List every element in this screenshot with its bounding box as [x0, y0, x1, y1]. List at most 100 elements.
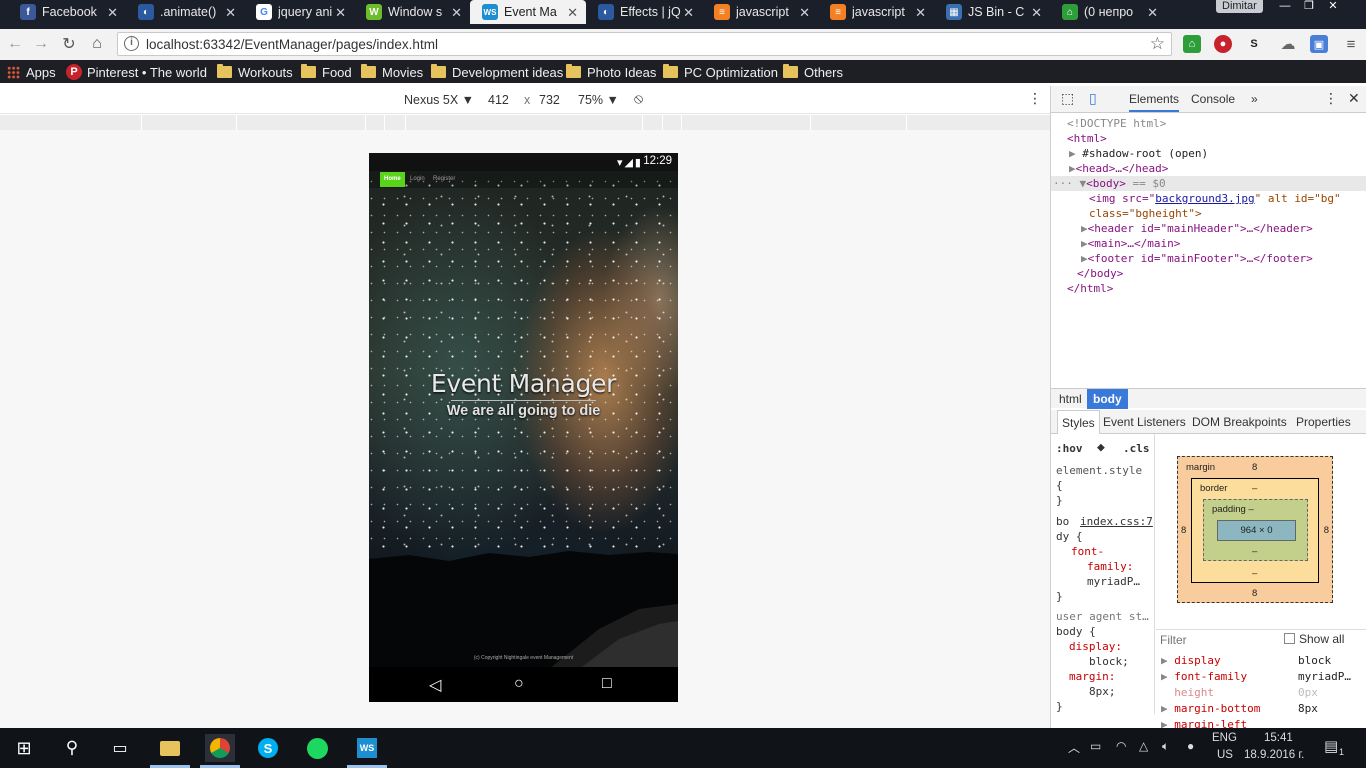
- reload-icon[interactable]: ↻: [58, 33, 80, 55]
- close-icon[interactable]: ✕: [799, 5, 810, 21]
- tab-console[interactable]: Console: [1191, 92, 1235, 106]
- tray-expand-icon[interactable]: ︿: [1068, 739, 1080, 756]
- tray-volume-icon[interactable]: 🔈︎: [1162, 739, 1169, 754]
- tab-javascript-2[interactable]: ≡ javascript ✕: [818, 0, 934, 24]
- search-icon[interactable]: ⚲: [57, 734, 87, 762]
- bookmark-folder-food[interactable]: Food: [301, 63, 352, 81]
- tab-animate[interactable]: ◐ .animate() ✕: [126, 0, 244, 24]
- bookmark-pinterest[interactable]: P Pinterest • The world: [66, 63, 207, 81]
- bookmark-folder-photo-ideas[interactable]: Photo Ideas: [566, 63, 656, 81]
- tray-network-icon[interactable]: ◠: [1116, 739, 1126, 753]
- bookmark-folder-workouts[interactable]: Workouts: [217, 63, 293, 81]
- close-icon[interactable]: ✕: [1147, 5, 1158, 21]
- home-key-icon[interactable]: ○: [514, 675, 524, 693]
- box-margin-bottom[interactable]: 8: [1252, 588, 1257, 599]
- tab-unread[interactable]: ⌂ (0 непро ✕: [1050, 0, 1166, 24]
- tab-elements[interactable]: Elements: [1129, 92, 1180, 112]
- extension-window-icon[interactable]: ▣: [1310, 35, 1328, 53]
- tab-event-manager[interactable]: WS Event Ma ✕: [470, 0, 586, 24]
- tab-jsbin[interactable]: ▦ JS Bin - C ✕: [934, 0, 1050, 24]
- action-center-icon[interactable]: ▤: [1324, 737, 1338, 755]
- extension-adblock-icon[interactable]: ●: [1214, 35, 1232, 53]
- spotify-icon[interactable]: [302, 734, 332, 762]
- tab-javascript-1[interactable]: ≡ javascript ✕: [702, 0, 818, 24]
- hov-toggle[interactable]: :hov: [1056, 442, 1083, 455]
- dom-footer[interactable]: ▶<footer id="mainFooter">…</footer>: [1081, 251, 1313, 266]
- box-border-top[interactable]: –: [1252, 483, 1257, 494]
- extension-home-icon[interactable]: ⌂: [1183, 35, 1201, 53]
- media-query-ruler[interactable]: [0, 115, 1050, 130]
- extension-s-icon[interactable]: S: [1245, 35, 1263, 53]
- nav-register-link[interactable]: Register: [433, 176, 455, 182]
- subtab-properties[interactable]: Properties: [1296, 415, 1351, 429]
- recents-key-icon[interactable]: □: [602, 675, 612, 693]
- back-icon[interactable]: ←: [4, 33, 26, 55]
- forward-icon[interactable]: →: [30, 33, 52, 55]
- close-icon[interactable]: ✕: [567, 5, 578, 21]
- tab-effects[interactable]: ◐ Effects | jQ ✕: [586, 0, 702, 24]
- url-text[interactable]: localhost:63342/EventManager/pages/index…: [146, 37, 438, 52]
- computed-row[interactable]: ▶ font-family myriadP…: [1161, 670, 1351, 686]
- info-icon[interactable]: i: [124, 36, 139, 51]
- address-bar[interactable]: i localhost:63342/EventManager/pages/ind…: [117, 32, 1172, 56]
- prop-font-value[interactable]: myriadP…: [1087, 575, 1140, 588]
- dom-header[interactable]: ▶<header id="mainHeader">…</header>: [1081, 221, 1313, 236]
- box-border-bottom[interactable]: –: [1252, 568, 1257, 579]
- box-margin-left[interactable]: 8: [1181, 525, 1186, 536]
- dom-shadow-root[interactable]: ▶ #shadow-root (open): [1069, 146, 1208, 161]
- computed-row[interactable]: ▶ margin-bottom 8px: [1161, 702, 1318, 718]
- box-margin-top[interactable]: 8: [1252, 462, 1257, 473]
- box-model-margin[interactable]: margin 8 8 8 8 border – – padding – – 96…: [1177, 456, 1333, 603]
- dom-head[interactable]: ▶<head>…</head>: [1069, 161, 1168, 176]
- bookmark-folder-development-ideas[interactable]: Development ideas: [431, 63, 563, 81]
- palette-icon[interactable]: ◆: [1097, 440, 1105, 455]
- img-src-link[interactable]: background3.jpg: [1155, 192, 1254, 205]
- computed-filter-input[interactable]: [1160, 632, 1270, 648]
- tray-drive-icon[interactable]: △: [1139, 739, 1148, 753]
- windows-start-icon[interactable]: ⊞: [9, 734, 39, 762]
- close-icon[interactable]: ✕: [451, 5, 462, 21]
- nav-home-link[interactable]: Home: [380, 172, 405, 187]
- close-icon[interactable]: ✕: [915, 5, 926, 21]
- more-tabs-icon[interactable]: »: [1251, 92, 1258, 106]
- extension-cloud-icon[interactable]: ☁: [1279, 35, 1297, 53]
- computed-row[interactable]: ▶ margin-left8px: [1161, 718, 1247, 728]
- cls-toggle[interactable]: .cls: [1123, 442, 1150, 455]
- inspect-icon[interactable]: ⬚: [1061, 90, 1074, 107]
- tab-window[interactable]: W Window s ✕: [354, 0, 470, 24]
- rule-source-link[interactable]: index.css:7: [1080, 515, 1153, 528]
- minimize-icon[interactable]: —: [1274, 0, 1296, 13]
- zoom-select[interactable]: 75% ▼: [578, 93, 619, 107]
- subtab-dom-breakpoints[interactable]: DOM Breakpoints: [1192, 415, 1287, 429]
- subtab-event-listeners[interactable]: Event Listeners: [1103, 415, 1186, 429]
- tray-battery-icon[interactable]: ▭: [1090, 739, 1101, 753]
- bookmark-star-icon[interactable]: ☆: [1150, 34, 1165, 54]
- profile-name[interactable]: Dimitar: [1216, 0, 1263, 13]
- task-view-icon[interactable]: ▭: [105, 734, 135, 762]
- tray-app-icon[interactable]: ●: [1187, 739, 1194, 753]
- bookmark-folder-pc-optimization[interactable]: PC Optimization: [663, 63, 778, 81]
- bookmark-folder-others[interactable]: Others: [783, 63, 843, 81]
- crumb-body[interactable]: body: [1087, 389, 1128, 409]
- show-all-checkbox[interactable]: [1284, 633, 1295, 644]
- dom-img[interactable]: <img src="background3.jpg" alt id="bg": [1089, 191, 1341, 206]
- tray-language[interactable]: ENG: [1212, 732, 1237, 744]
- close-icon[interactable]: ✕: [335, 5, 346, 21]
- window-close-icon[interactable]: ✕: [1322, 0, 1344, 13]
- home-icon[interactable]: ⌂: [86, 33, 108, 55]
- back-key-icon[interactable]: ◁: [429, 675, 441, 695]
- chrome-menu-icon[interactable]: ≡: [1342, 35, 1360, 53]
- dom-main[interactable]: ▶<main>…</main>: [1081, 236, 1180, 251]
- width-input[interactable]: 412: [488, 93, 509, 107]
- file-explorer-icon[interactable]: [155, 734, 185, 762]
- chrome-icon[interactable]: [205, 734, 235, 762]
- devtools-close-icon[interactable]: ✕: [1348, 90, 1360, 107]
- box-padding-bottom[interactable]: –: [1252, 546, 1257, 557]
- close-icon[interactable]: ✕: [107, 5, 118, 21]
- bookmark-folder-movies[interactable]: Movies: [361, 63, 423, 81]
- rotate-icon[interactable]: ⦸: [634, 90, 643, 107]
- subtab-styles[interactable]: Styles: [1057, 410, 1100, 434]
- prop-font-name[interactable]: font-: [1071, 545, 1104, 558]
- dom-html[interactable]: <html>: [1067, 131, 1107, 146]
- restore-icon[interactable]: ❐: [1298, 0, 1320, 13]
